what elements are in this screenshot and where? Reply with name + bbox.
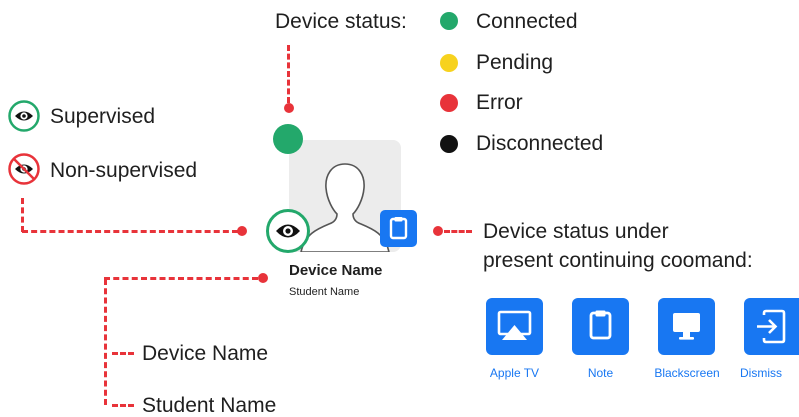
status-dot-error [440,94,458,112]
eye-icon[interactable] [266,209,310,253]
monitor-icon[interactable] [658,298,715,355]
connector-device-name [112,352,134,355]
non-supervised-label: Non-supervised [50,159,198,182]
command-label-blackscreen: Blackscreen [654,366,720,380]
supervised-label: Supervised [50,105,156,128]
connector-names-end [258,273,268,283]
student-name: Student Name [289,286,360,298]
status-dot-connected [440,12,458,30]
connector-supervision-horizontal [22,230,238,233]
command-label-apple-tv: Apple TV [489,366,540,380]
connector-names-vertical [104,279,107,405]
device-name: Device Name [289,262,383,279]
airplay-icon[interactable] [486,298,543,355]
eye-slash-icon [8,153,40,185]
connector-supervision-end [237,226,247,236]
callout-command-line2: present continuing coomand: [483,249,753,272]
connector-names-top [104,277,258,280]
connector-command [444,230,472,233]
device-status-dot [273,124,303,154]
status-dot-disconnected [440,135,458,153]
callout-student-name: Student Name [142,394,277,417]
callout-device-name: Device Name [142,342,269,365]
command-label-dismiss: Dismiss [740,366,782,380]
status-dot-pending [440,54,458,72]
callout-command-line1: Device status under [483,220,669,243]
connector-student-name [112,404,134,407]
exit-icon[interactable] [744,298,799,355]
status-label-pending: Pending [476,51,554,74]
connector-status-end [284,103,294,113]
status-label-error: Error [476,91,523,114]
status-label-connected: Connected [476,10,578,33]
status-label-disconnected: Disconnected [476,132,604,155]
eye-icon [8,100,40,132]
connector-supervision-vertical [21,198,24,232]
command-label-note: Note [587,366,614,380]
connector-command-end [433,226,443,236]
connector-status [287,45,290,103]
clipboard-icon[interactable] [572,298,629,355]
clipboard-icon[interactable] [380,210,417,247]
status-legend-heading: Device status: [275,10,407,33]
